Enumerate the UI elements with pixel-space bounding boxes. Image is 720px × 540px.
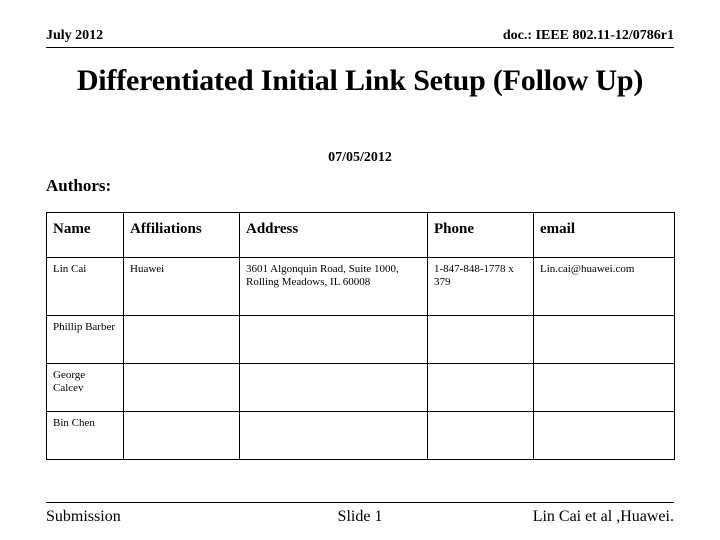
cell-email [533, 411, 675, 460]
column-header-name: Name [46, 212, 124, 258]
table-row: Lin Cai Huawei 3601 Algonquin Road, Suit… [46, 257, 675, 316]
authors-heading: Authors: [46, 176, 112, 195]
table-row: Phillip Barber [46, 315, 675, 364]
column-header-phone: Phone [427, 212, 534, 258]
page-title: Differentiated Initial Link Setup (Follo… [76, 64, 644, 97]
authors-table-body: Lin Cai Huawei 3601 Algonquin Road, Suit… [46, 257, 675, 460]
cell-name: George Calcev [46, 363, 124, 412]
cell-address [239, 315, 428, 364]
cell-affiliations: Huawei [123, 257, 240, 316]
cell-phone [427, 363, 534, 412]
authors-table: Name Affiliations Address Phone email Li… [46, 212, 675, 460]
table-row: George Calcev [46, 363, 675, 412]
footer-slide-number: Slide 1 [337, 508, 383, 525]
cell-affiliations [123, 315, 240, 364]
column-header-email: email [533, 212, 675, 258]
table-header-row: Name Affiliations Address Phone email [46, 212, 675, 258]
presentation-date: 07/05/2012 [328, 150, 392, 165]
cell-email [533, 315, 675, 364]
cell-phone [427, 411, 534, 460]
cell-address [239, 363, 428, 412]
footer-submission-label: Submission [46, 508, 121, 525]
slide-header: July 2012 doc.: IEEE 802.11-12/0786r1 [46, 28, 674, 48]
cell-phone [427, 315, 534, 364]
column-header-address: Address [239, 212, 428, 258]
cell-name: Lin Cai [46, 257, 124, 316]
table-row: Bin Chen [46, 411, 675, 460]
cell-name: Bin Chen [46, 411, 124, 460]
cell-email: Lin.cai@huawei.com [533, 257, 675, 316]
cell-address [239, 411, 428, 460]
authors-table-head: Name Affiliations Address Phone email [46, 212, 675, 258]
cell-name: Phillip Barber [46, 315, 124, 364]
cell-email [533, 363, 675, 412]
cell-address: 3601 Algonquin Road, Suite 1000, Rolling… [239, 257, 428, 316]
header-document-number: doc.: IEEE 802.11-12/0786r1 [502, 28, 674, 43]
column-header-affiliations: Affiliations [123, 212, 240, 258]
footer-attribution: Lin Cai et al ,Huawei. [532, 508, 674, 525]
cell-affiliations [123, 363, 240, 412]
slide-canvas: July 2012 doc.: IEEE 802.11-12/0786r1 Di… [0, 0, 720, 540]
cell-phone: 1-847-848-1778 x 379 [427, 257, 534, 316]
header-date-label: July 2012 [46, 28, 104, 43]
cell-affiliations [123, 411, 240, 460]
slide-footer: Submission Slide 1 Lin Cai et al ,Huawei… [46, 502, 674, 526]
